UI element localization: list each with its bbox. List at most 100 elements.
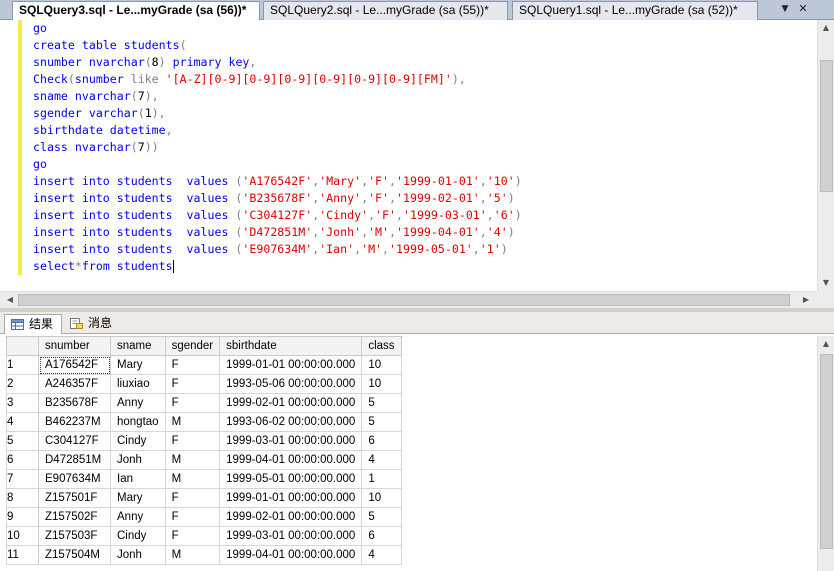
code-line[interactable]: go: [33, 20, 813, 37]
row-number[interactable]: 1: [6, 355, 39, 375]
table-row[interactable]: 8 Z157501F Mary F 1999-01-01 00:00:00.000 10: [6, 488, 402, 508]
cell-sname[interactable]: Anny: [110, 507, 166, 527]
cell-sbirthdate[interactable]: 1999-05-01 00:00:00.000: [219, 469, 363, 489]
cell-sgender[interactable]: F: [164, 526, 221, 546]
cell-sbirthdate[interactable]: 1999-02-01 00:00:00.000: [219, 507, 363, 527]
row-number[interactable]: 7: [6, 469, 39, 489]
cell-class[interactable]: 10: [361, 374, 402, 394]
cell-sname[interactable]: Anny: [110, 393, 166, 413]
cell-snumber[interactable]: C304127F: [38, 431, 111, 451]
code-line[interactable]: insert into students values ('B235678F',…: [33, 190, 813, 207]
cell-class[interactable]: 10: [361, 355, 402, 375]
cell-sgender[interactable]: M: [164, 412, 221, 432]
close-tab-icon[interactable]: ✕: [796, 2, 810, 16]
code-line[interactable]: sgender varchar(1),: [33, 105, 813, 122]
cell-snumber[interactable]: B235678F: [38, 393, 111, 413]
cell-snumber[interactable]: Z157503F: [38, 526, 111, 546]
table-row[interactable]: 9 Z157502F Anny F 1999-02-01 00:00:00.000 5: [6, 507, 402, 527]
editor-horizontal-scrollbar[interactable]: ◀ ▶: [0, 291, 817, 308]
scroll-up-icon[interactable]: ▲: [818, 20, 834, 36]
column-header-snumber[interactable]: snumber: [38, 336, 111, 356]
cell-sgender[interactable]: F: [164, 393, 221, 413]
cell-sgender[interactable]: F: [164, 355, 221, 375]
code-line[interactable]: go: [33, 156, 813, 173]
column-header-class[interactable]: class: [361, 336, 402, 356]
cell-sbirthdate[interactable]: 1999-01-01 00:00:00.000: [219, 488, 363, 508]
cell-class[interactable]: 10: [361, 488, 402, 508]
table-row[interactable]: 11 Z157504M Jonh M 1999-04-01 00:00:00.000 4: [6, 545, 402, 565]
cell-sbirthdate[interactable]: 1999-03-01 00:00:00.000: [219, 431, 363, 451]
cell-sbirthdate[interactable]: 1999-04-01 00:00:00.000: [219, 545, 363, 565]
cell-snumber[interactable]: Z157504M: [38, 545, 111, 565]
row-number-header[interactable]: [6, 336, 39, 356]
table-row[interactable]: 3 B235678F Anny F 1999-02-01 00:00:00.000 5: [6, 393, 402, 413]
cell-sname[interactable]: hongtao: [110, 412, 166, 432]
table-row[interactable]: 5 C304127F Cindy F 1999-03-01 00:00:00.000 6: [6, 431, 402, 451]
column-header-sname[interactable]: sname: [110, 336, 166, 356]
row-number[interactable]: 8: [6, 488, 39, 508]
scroll-down-icon[interactable]: ▼: [818, 275, 834, 291]
cell-sbirthdate[interactable]: 1999-02-01 00:00:00.000: [219, 393, 363, 413]
scrollbar-thumb[interactable]: [18, 294, 790, 306]
code-line[interactable]: select*from students: [33, 258, 813, 275]
table-row[interactable]: 10 Z157503F Cindy F 1999-03-01 00:00:00.000 6: [6, 526, 402, 546]
cell-snumber[interactable]: A176542F: [38, 355, 111, 375]
table-row[interactable]: 7 E907634M Ian M 1999-05-01 00:00:00.000 1: [6, 469, 402, 489]
row-number[interactable]: 9: [6, 507, 39, 527]
cell-class[interactable]: 1: [361, 469, 402, 489]
row-number[interactable]: 2: [6, 374, 39, 394]
code-line[interactable]: insert into students values ('C304127F',…: [33, 207, 813, 224]
scrollbar-thumb[interactable]: [820, 354, 833, 549]
cell-sname[interactable]: Ian: [110, 469, 166, 489]
cell-sname[interactable]: Mary: [110, 355, 166, 375]
table-row[interactable]: 6 D472851M Jonh M 1999-04-01 00:00:00.000 4: [6, 450, 402, 470]
cell-sgender[interactable]: M: [164, 450, 221, 470]
cell-snumber[interactable]: B462237M: [38, 412, 111, 432]
table-row[interactable]: 2 A246357F liuxiao F 1993-05-06 00:00:00.000…: [6, 374, 402, 394]
code-line[interactable]: Check(snumber like '[A-Z][0-9][0-9][0-9]…: [33, 71, 813, 88]
editor-vertical-scrollbar[interactable]: ▲ ▼: [817, 20, 834, 291]
cell-class[interactable]: 6: [361, 431, 402, 451]
sql-code[interactable]: go create table students(snumber nvarchar…: [33, 20, 813, 290]
tab-sqlquery3[interactable]: SQLQuery3.sql - Le...myGrade (sa (56))*: [12, 1, 260, 21]
tab-messages[interactable]: 消息: [64, 314, 118, 334]
code-line[interactable]: create table students(: [33, 37, 813, 54]
cell-snumber[interactable]: E907634M: [38, 469, 111, 489]
cell-sname[interactable]: liuxiao: [110, 374, 166, 394]
row-number[interactable]: 11: [6, 545, 39, 565]
row-number[interactable]: 6: [6, 450, 39, 470]
grid-vertical-scrollbar[interactable]: ▲: [817, 336, 834, 571]
row-number[interactable]: 10: [6, 526, 39, 546]
cell-sbirthdate[interactable]: 1999-01-01 00:00:00.000: [219, 355, 363, 375]
cell-class[interactable]: 4: [361, 545, 402, 565]
cell-sgender[interactable]: M: [164, 469, 221, 489]
cell-snumber[interactable]: A246357F: [38, 374, 111, 394]
cell-sgender[interactable]: F: [164, 488, 221, 508]
cell-class[interactable]: 5: [361, 507, 402, 527]
tab-list-dropdown-icon[interactable]: ▼: [778, 2, 792, 16]
cell-sname[interactable]: Cindy: [110, 431, 166, 451]
scrollbar-thumb[interactable]: [820, 60, 833, 192]
code-line[interactable]: insert into students values ('D472851M',…: [33, 224, 813, 241]
code-line[interactable]: snumber nvarchar(8) primary key,: [33, 54, 813, 71]
row-number[interactable]: 3: [6, 393, 39, 413]
tab-sqlquery2[interactable]: SQLQuery2.sql - Le...myGrade (sa (55))*: [263, 1, 508, 20]
scroll-left-icon[interactable]: ◀: [2, 292, 18, 308]
cell-sbirthdate[interactable]: 1999-04-01 00:00:00.000: [219, 450, 363, 470]
scroll-right-icon[interactable]: ▶: [798, 292, 814, 308]
scroll-up-icon[interactable]: ▲: [818, 336, 834, 352]
cell-snumber[interactable]: D472851M: [38, 450, 111, 470]
cell-sname[interactable]: Jonh: [110, 450, 166, 470]
cell-sname[interactable]: Mary: [110, 488, 166, 508]
row-number[interactable]: 4: [6, 412, 39, 432]
cell-class[interactable]: 6: [361, 526, 402, 546]
cell-sgender[interactable]: M: [164, 545, 221, 565]
tab-sqlquery1[interactable]: SQLQuery1.sql - Le...myGrade (sa (52))*: [512, 1, 758, 20]
cell-snumber[interactable]: Z157502F: [38, 507, 111, 527]
cell-sgender[interactable]: F: [164, 507, 221, 527]
column-header-sbirthdate[interactable]: sbirthdate: [219, 336, 363, 356]
cell-sgender[interactable]: F: [164, 431, 221, 451]
query-editor[interactable]: go create table students(snumber nvarchar…: [0, 20, 834, 310]
cell-sbirthdate[interactable]: 1993-06-02 00:00:00.000: [219, 412, 363, 432]
cell-class[interactable]: 4: [361, 450, 402, 470]
